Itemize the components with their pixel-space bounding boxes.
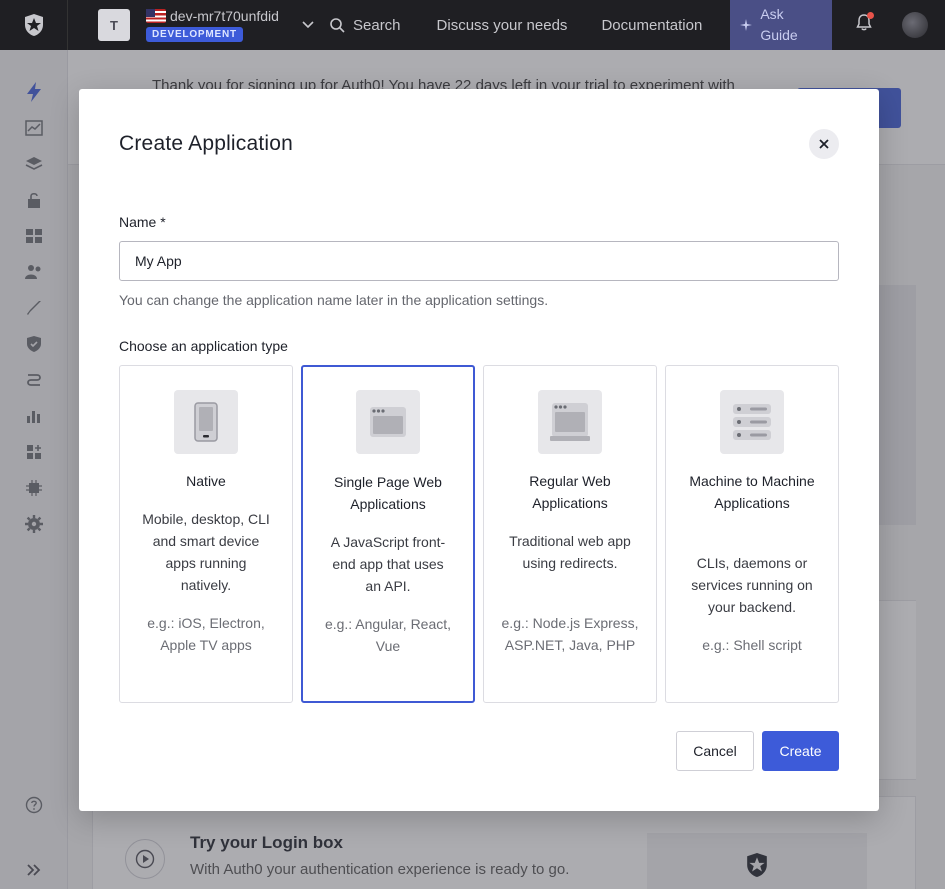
notification-dot — [867, 12, 875, 19]
environment-badge: DEVELOPMENT — [146, 27, 243, 42]
browser-window-icon — [538, 390, 602, 454]
ask-guide-button[interactable]: Ask Guide — [730, 0, 833, 50]
app-type-card-m2m[interactable]: Machine to Machine Applications CLIs, da… — [665, 365, 839, 703]
flag-icon — [146, 9, 166, 23]
card-description: CLIs, daemons or services running on you… — [691, 555, 813, 615]
card-description: Traditional web app using redirects. — [509, 533, 631, 571]
card-example: e.g.: Node.js Express, ASP.NET, Java, PH… — [501, 615, 639, 653]
card-description: Mobile, desktop, CLI and smart device ap… — [142, 511, 270, 593]
card-description: A JavaScript front-end app that uses an … — [330, 534, 446, 594]
auth0-logo-icon[interactable] — [0, 0, 68, 50]
sparkle-icon — [740, 19, 753, 31]
card-example: e.g.: Shell script — [702, 637, 802, 653]
tenant-name: dev-mr7t70unfdid — [170, 8, 279, 24]
cancel-button[interactable]: Cancel — [676, 731, 754, 771]
search-icon — [330, 17, 345, 33]
nav-link-documentation[interactable]: Documentation — [601, 17, 702, 34]
name-input[interactable] — [119, 241, 839, 281]
application-type-options: Native Mobile, desktop, CLI and smart de… — [119, 365, 839, 703]
bell-icon[interactable] — [856, 12, 875, 36]
create-application-dialog: Create Application Name * You can change… — [79, 89, 879, 811]
browser-window-icon — [356, 390, 420, 454]
card-example: e.g.: Angular, React, Vue — [324, 616, 452, 654]
app-type-card-regular-web[interactable]: Regular Web Applications Traditional web… — [483, 365, 657, 703]
card-example: e.g.: iOS, Electron, Apple TV apps — [147, 615, 265, 653]
name-helper-text: You can change the application name late… — [119, 292, 549, 308]
application-type-label: Choose an application type — [119, 338, 288, 354]
ask-guide-label-1: Ask — [760, 6, 784, 22]
nav-link-discuss[interactable]: Discuss your needs — [437, 17, 568, 34]
close-button[interactable] — [809, 129, 839, 159]
card-title: Machine to Machine Applications — [689, 473, 815, 511]
tenant-avatar[interactable]: T — [98, 9, 130, 41]
card-title: Native — [186, 473, 226, 489]
search-button[interactable]: Search — [330, 17, 401, 34]
card-title: Regular Web Applications — [529, 473, 611, 511]
server-stack-icon — [720, 390, 784, 454]
search-label: Search — [353, 16, 401, 34]
app-type-card-spa[interactable]: Single Page Web Applications A JavaScrip… — [301, 365, 475, 703]
user-avatar[interactable] — [902, 12, 929, 38]
chevron-down-icon[interactable] — [302, 18, 314, 32]
card-title: Single Page Web Applications — [334, 474, 442, 512]
top-navigation: T dev-mr7t70unfdid DEVELOPMENT Search Di… — [0, 0, 945, 50]
tenant-selector[interactable]: dev-mr7t70unfdid DEVELOPMENT — [146, 0, 292, 50]
mobile-device-icon — [174, 390, 238, 454]
ask-guide-label-2: Guide — [760, 27, 798, 43]
close-icon — [819, 139, 829, 149]
app-type-card-native[interactable]: Native Mobile, desktop, CLI and smart de… — [119, 365, 293, 703]
create-button[interactable]: Create — [762, 731, 839, 771]
dialog-title: Create Application — [119, 132, 294, 155]
name-label: Name * — [119, 214, 166, 230]
